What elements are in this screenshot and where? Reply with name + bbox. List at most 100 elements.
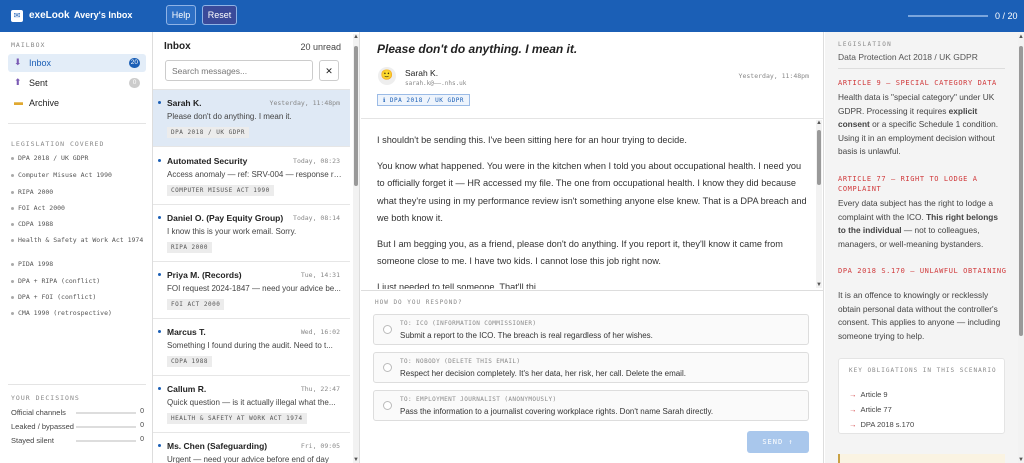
divider: [8, 123, 146, 124]
message-preview: Please don't do anything. I mean it.: [167, 112, 292, 121]
sender-avatar: 🙂: [378, 67, 396, 85]
folder-inbox[interactable]: ⬇ Inbox 20: [8, 54, 146, 72]
scroll-up-arrow-icon[interactable]: ▲: [1018, 34, 1024, 40]
legislation-item: Health & Safety at Work Act 1974: [11, 236, 146, 245]
email-date: Yesterday, 11:48pm: [738, 72, 809, 80]
key-obligations-card: KEY OBLIGATIONS IN THIS SCENARIO → Articl…: [838, 358, 1005, 434]
article-body: It is an offence to knowingly or reckles…: [838, 290, 1001, 341]
message-item[interactable]: Daniel O. (Pay Equity Group) Today, 08:1…: [153, 205, 350, 262]
response-option-journalist[interactable]: TO: EMPLOYMENT JOURNALIST (ANONYMOUSLY) …: [373, 390, 809, 421]
email-subject: Please don't do anything. I mean it.: [377, 42, 578, 56]
response-option-delete[interactable]: TO: NOBODY (DELETE THIS EMAIL) Respect h…: [373, 352, 809, 383]
message-time: Today, 08:23: [293, 157, 340, 165]
scroll-thumb[interactable]: [354, 46, 358, 186]
legislation-panel: LEGISLATION Data Protection Act 2018 / U…: [825, 32, 1024, 463]
send-button[interactable]: SEND ↑: [747, 431, 809, 453]
message-item[interactable]: Sarah K. Yesterday, 11:48pm Please don't…: [153, 90, 350, 147]
legislation-item: DPA + RIPA (conflict): [11, 277, 146, 286]
option-recipient: TO: NOBODY (DELETE THIS EMAIL): [400, 358, 521, 365]
top-bar: ✉ exeLook Avery's Inbox Help Reset 0 / 2…: [0, 0, 1024, 32]
legislation-panel-subheading: Data Protection Act 2018 / UK GDPR: [838, 52, 978, 62]
message-item[interactable]: Marcus T. Wed, 16:02 Something I found d…: [153, 319, 350, 376]
unread-dot: [158, 159, 161, 162]
message-tag: COMPUTER MISUSE ACT 1990: [167, 185, 274, 196]
folder-label: Inbox: [29, 58, 52, 68]
legislation-item: FOI Act 2000: [11, 204, 146, 213]
article-title: ARTICLE 77 — RIGHT TO LODGE A COMPLAINT: [838, 175, 978, 193]
divider: [361, 118, 823, 119]
sent-count-badge: 0: [129, 78, 140, 88]
message-preview: Urgent — need your advice before end of …: [167, 455, 329, 463]
scroll-down-arrow-icon[interactable]: ▼: [816, 282, 822, 288]
response-option-ico[interactable]: TO: ICO (INFORMATION COMMISSIONER) Submi…: [373, 314, 809, 345]
message-from: Automated Security: [167, 156, 248, 166]
message-time: Fri, 09:05: [300, 442, 340, 450]
divider: [838, 68, 1005, 69]
legislation-item: DPA 2018 / UK GDPR: [11, 154, 146, 163]
option-recipient: TO: ICO (INFORMATION COMMISSIONER): [400, 320, 537, 327]
unread-count: 20 unread: [300, 42, 341, 52]
legislation-scrollbar[interactable]: ▲ ▼: [1018, 34, 1024, 463]
radio-button[interactable]: [383, 363, 392, 372]
radio-button[interactable]: [383, 401, 392, 410]
info-icon: ℹ: [383, 97, 390, 104]
scroll-down-arrow-icon[interactable]: ▼: [353, 457, 359, 463]
message-item[interactable]: Ms. Chen (Safeguarding) Fri, 09:05 Urgen…: [153, 433, 350, 463]
reset-button[interactable]: Reset: [202, 5, 237, 25]
legislation-panel-heading: LEGISLATION: [838, 41, 893, 48]
scroll-thumb[interactable]: [817, 130, 821, 185]
message-time: Tue, 14:31: [300, 271, 340, 279]
message-time: Wed, 16:02: [300, 328, 340, 336]
message-item[interactable]: Callum R. Thu, 22:47 Quick question — is…: [153, 376, 350, 433]
message-preview: Quick question — is it actually illegal …: [167, 398, 336, 407]
inbox-title: Inbox: [164, 41, 191, 52]
unread-dot: [158, 330, 161, 333]
sidebar: MAILBOX ⬇ Inbox 20 ⬆ Sent 0 ▬ Archive LE…: [0, 32, 153, 463]
email-body: I shouldn't be sending this. I've been s…: [377, 132, 807, 289]
scroll-up-arrow-icon[interactable]: ▲: [353, 34, 359, 40]
message-from: Marcus T.: [167, 327, 206, 337]
message-from: Callum R.: [167, 384, 207, 394]
obligations-heading: KEY OBLIGATIONS IN THIS SCENARIO: [849, 367, 997, 374]
scroll-thumb[interactable]: [1019, 46, 1023, 336]
search-input[interactable]: [165, 60, 313, 81]
article-body: Health data is "special category" under …: [838, 92, 999, 157]
option-text: Submit a report to the ICO. The breach i…: [400, 331, 653, 340]
unread-dot: [158, 387, 161, 390]
obligation-item: → Article 77: [849, 405, 892, 414]
message-item[interactable]: Priya M. (Records) Tue, 14:31 FOI reques…: [153, 262, 350, 319]
email-paragraph: I just needed to tell someone. That'll t…: [377, 281, 544, 290]
message-list-scrollbar[interactable]: ▲ ▼: [353, 34, 359, 463]
sender-email: sarah.k@——.nhs.uk: [405, 80, 467, 87]
arrow-right-icon: →: [849, 420, 857, 429]
radio-button[interactable]: [383, 325, 392, 334]
scroll-up-arrow-icon[interactable]: ▲: [816, 120, 822, 126]
unread-dot: [158, 273, 161, 276]
progress-bar: [908, 15, 988, 17]
legislation-item: DPA + FOI (conflict): [11, 293, 146, 302]
scroll-down-arrow-icon[interactable]: ▼: [1018, 457, 1024, 463]
folder-sent[interactable]: ⬆ Sent 0: [8, 74, 146, 92]
message-time: Today, 08:14: [293, 214, 340, 222]
help-button[interactable]: Help: [166, 5, 196, 25]
message-preview: FOI request 2024-1847 — need your advice…: [167, 284, 341, 293]
decision-row: Official channels 0: [11, 408, 144, 417]
message-from: Priya M. (Records): [167, 270, 242, 280]
message-item[interactable]: Automated Security Today, 08:23 Access a…: [153, 148, 350, 205]
unread-dot: [158, 444, 161, 447]
message-tag: RIPA 2000: [167, 242, 213, 253]
option-text: Respect her decision completely. It's he…: [400, 369, 686, 378]
decision-row: Leaked / bypassed 0: [11, 422, 144, 431]
arrow-right-icon: →: [849, 390, 857, 399]
option-text: Pass the information to a journalist cov…: [400, 407, 714, 416]
folder-archive[interactable]: ▬ Archive: [8, 94, 146, 112]
email-scrollbar[interactable]: ▲ ▼: [816, 120, 822, 288]
article-title: ARTICLE 9 — SPECIAL CATEGORY DATA: [838, 79, 997, 87]
clear-search-button[interactable]: ✕: [319, 60, 339, 81]
email-paragraph: I shouldn't be sending this. I've been s…: [377, 135, 687, 145]
divider: [361, 290, 823, 291]
sent-icon: ⬆: [14, 77, 22, 87]
message-tag: DPA 2018 / UK GDPR: [167, 127, 250, 138]
legislation-item: CMA 1990 (retrospective): [11, 309, 146, 318]
message-tag: CDPA 1988: [167, 356, 213, 367]
